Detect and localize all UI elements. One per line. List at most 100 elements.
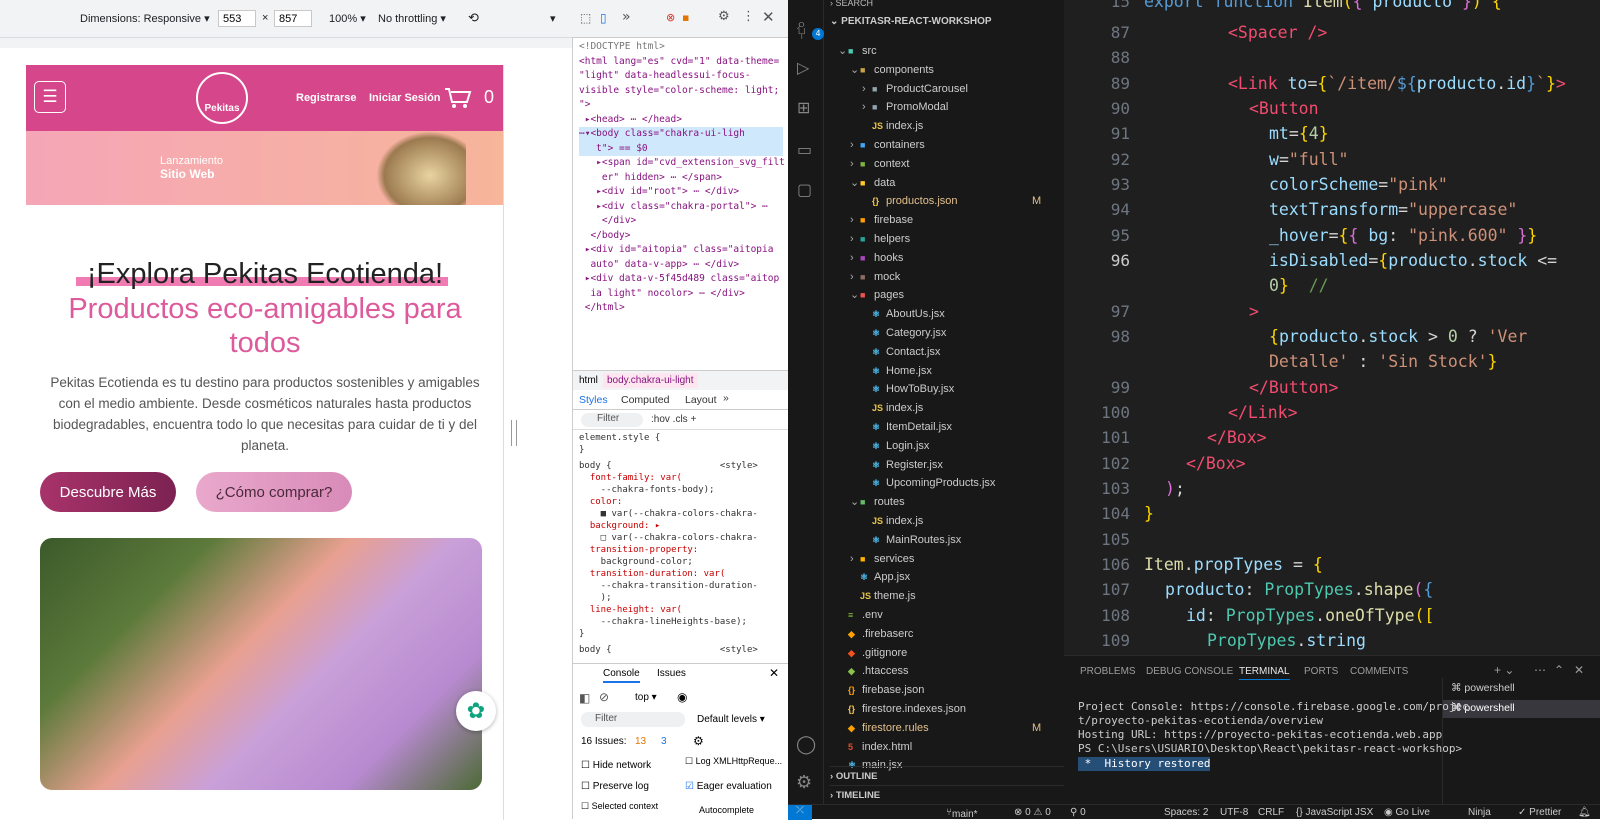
close-drawer-icon[interactable]: ✕ — [769, 666, 779, 680]
issues-info-count[interactable]: 3 — [661, 736, 667, 747]
tab-layout[interactable]: Layout — [685, 394, 717, 406]
style-line[interactable]: transition-duration: var( — [579, 568, 783, 580]
remote-explorer-icon[interactable]: ▭ — [797, 140, 812, 159]
dom-line[interactable]: </html> — [579, 301, 783, 316]
chatgpt-extension-icon[interactable]: ✿ — [456, 691, 496, 731]
styles-filter-input[interactable]: Filter — [581, 413, 643, 427]
timeline-section[interactable]: › TIMELINE — [830, 785, 1064, 804]
tree-item[interactable]: ⚛ ItemDetail.jsx — [862, 418, 952, 437]
device-toggle-icon[interactable]: ▯ — [600, 11, 607, 25]
how-to-buy-button[interactable]: ¿Cómo comprar? — [196, 472, 352, 512]
run-debug-icon[interactable]: ▷ — [797, 58, 809, 77]
tree-item[interactable]: ⌄■ src — [838, 42, 877, 61]
dom-line[interactable]: </div> — [579, 214, 783, 229]
opt-preserve-log[interactable]: ☐ Preserve log — [581, 781, 649, 792]
tree-item[interactable]: › ■ services — [850, 550, 914, 569]
context-select[interactable]: top ▾ — [635, 692, 657, 703]
go-live-button[interactable]: ◉ Go Live — [1384, 807, 1430, 818]
dom-line[interactable]: ▸<div id="root"> ⋯ </div> — [579, 185, 783, 200]
style-line[interactable]: background: ▸ — [579, 520, 783, 532]
dom-line[interactable]: ▸<div data-v-5f45d489 class="aitop — [579, 272, 783, 287]
remote-indicator-icon[interactable]: ⤫ — [788, 805, 812, 820]
dom-line[interactable]: <!DOCTYPE html> — [579, 40, 783, 55]
dom-line[interactable]: visible style="color-scheme: light; — [579, 84, 783, 99]
more-options-icon[interactable]: ▾ — [550, 12, 556, 25]
tree-item[interactable]: ⚛ Register.jsx — [862, 456, 943, 475]
error-count-icon[interactable]: ⊗ — [666, 11, 675, 24]
terminal-item[interactable]: ⌘ powershell — [1451, 682, 1515, 694]
encoding-indicator[interactable]: UTF-8 — [1220, 807, 1248, 818]
cart-icon[interactable] — [444, 87, 472, 109]
clear-console-icon[interactable]: ⊘ — [599, 690, 609, 704]
tree-item[interactable]: 5 index.html — [838, 738, 912, 757]
maximize-panel-icon[interactable]: ⌃ — [1554, 663, 1564, 677]
crumb-html[interactable]: html — [579, 375, 598, 386]
issues-warn-count[interactable]: 13 — [635, 736, 646, 747]
console-settings-icon[interactable]: ⚙ — [693, 734, 704, 748]
style-line[interactable]: font-family: var( — [579, 472, 783, 484]
tree-item[interactable]: › ■ mock — [850, 268, 900, 287]
width-input[interactable]: 553 — [218, 10, 256, 27]
style-line[interactable]: color: — [579, 496, 783, 508]
opt-hide-network[interactable]: ☐ Hide network — [581, 760, 651, 771]
tab-problems[interactable]: PROBLEMS — [1080, 666, 1136, 677]
tree-item[interactable]: ⚛ HowToBuy.jsx — [862, 380, 954, 399]
ports-indicator[interactable]: ⚲ 0 — [1070, 807, 1086, 818]
rotate-icon[interactable]: ⟲ — [468, 10, 479, 26]
tree-item[interactable]: ◆ .htaccess — [838, 662, 908, 681]
tree-item[interactable]: › ■ hooks — [850, 249, 903, 268]
dom-line[interactable]: auto" data-v-app> ⋯ </div> — [579, 258, 783, 273]
kebab-menu-icon[interactable]: ⋮ — [742, 9, 755, 24]
tree-item[interactable]: ⚛ MainRoutes.jsx — [862, 531, 961, 550]
tab-more[interactable]: » — [723, 392, 729, 404]
tree-item[interactable]: JS index.js — [862, 399, 923, 418]
code-editor[interactable]: export function Item({ producto }) { <Sp… — [1144, 0, 1600, 655]
branch-indicator[interactable]: ⑂ main* — [946, 807, 978, 820]
tree-item[interactable]: ⚛ Login.jsx — [862, 437, 929, 456]
dom-line[interactable]: ▸<head> ⋯ </head> — [579, 113, 783, 128]
log-levels-dropdown[interactable]: Default levels ▾ — [697, 714, 765, 725]
tree-item[interactable]: ⌄■ routes — [850, 493, 905, 512]
tree-item[interactable]: ◆ firestore.rules — [838, 719, 929, 738]
outline-section[interactable]: › OUTLINE — [830, 766, 1064, 785]
project-header[interactable]: ⌄ PEKITASR-REACT-WORKSHOP — [830, 12, 992, 31]
tab-issues[interactable]: Issues — [657, 668, 686, 679]
tree-item[interactable]: ⚛ Home.jsx — [862, 362, 932, 381]
tree-item[interactable]: › ■ helpers — [850, 230, 910, 249]
dom-line[interactable]: "> — [579, 98, 783, 113]
dom-line[interactable]: er" hidden> ⋯ </span> — [579, 171, 783, 186]
tree-item[interactable]: ⌄■ components — [850, 61, 934, 80]
tree-item[interactable]: ⚛ App.jsx — [850, 568, 910, 587]
style-line[interactable]: transition-property: — [579, 544, 783, 556]
prettier-indicator[interactable]: ✓ Prettier — [1518, 807, 1561, 818]
inspect-icon[interactable]: ⬚ — [580, 11, 591, 25]
tree-item[interactable]: ≡ .env — [838, 606, 883, 625]
tab-console[interactable]: Console — [603, 668, 640, 683]
dom-line[interactable]: ▸<div id="aitopia" class="aitopia — [579, 243, 783, 258]
tree-item[interactable]: ⌄■ pages — [850, 286, 904, 305]
throttle-dropdown[interactable]: No throttling ▾ — [378, 12, 446, 25]
height-input[interactable]: 857 — [274, 10, 312, 27]
dom-line[interactable]: <html lang="es" cvd="1" data-theme= — [579, 55, 783, 70]
tab-ports[interactable]: PORTS — [1304, 666, 1338, 677]
language-indicator[interactable]: {} JavaScript JSX — [1296, 807, 1373, 818]
source-control-icon[interactable]: ⑂ — [797, 24, 807, 43]
warning-count-icon[interactable]: ▪ — [682, 11, 689, 24]
tree-item[interactable]: › ■ context — [850, 155, 909, 174]
tree-item[interactable]: ⚛ Contact.jsx — [862, 343, 940, 362]
chat-icon[interactable]: ▢ — [797, 180, 812, 199]
resize-handle[interactable] — [511, 420, 517, 446]
dom-line[interactable]: ▸<div class="chakra-portal"> ⋯ — [579, 200, 783, 215]
dom-line[interactable]: ▸<span id="cvd_extension_svg_filt — [579, 156, 785, 171]
sidebar-toggle-icon[interactable]: ◧ — [579, 691, 590, 705]
styles-filter-tools[interactable]: :hov .cls + — [651, 414, 696, 425]
promo-banner[interactable]: Lanzamiento Sitio Web — [26, 131, 503, 205]
zoom-dropdown[interactable]: 100% ▾ — [329, 12, 366, 25]
opt-eager-eval[interactable]: ☑ Eager evaluation — [685, 781, 772, 792]
tab-computed[interactable]: Computed — [621, 394, 669, 406]
style-line[interactable]: line-height: var( — [579, 604, 783, 616]
tab-comments[interactable]: COMMENTS — [1350, 666, 1408, 677]
dimensions-dropdown[interactable]: Dimensions: Responsive ▾ — [80, 12, 210, 25]
tree-item[interactable]: ⚛ Category.jsx — [862, 324, 946, 343]
opt-selected-context[interactable]: ☐ Selected context — [581, 801, 658, 812]
